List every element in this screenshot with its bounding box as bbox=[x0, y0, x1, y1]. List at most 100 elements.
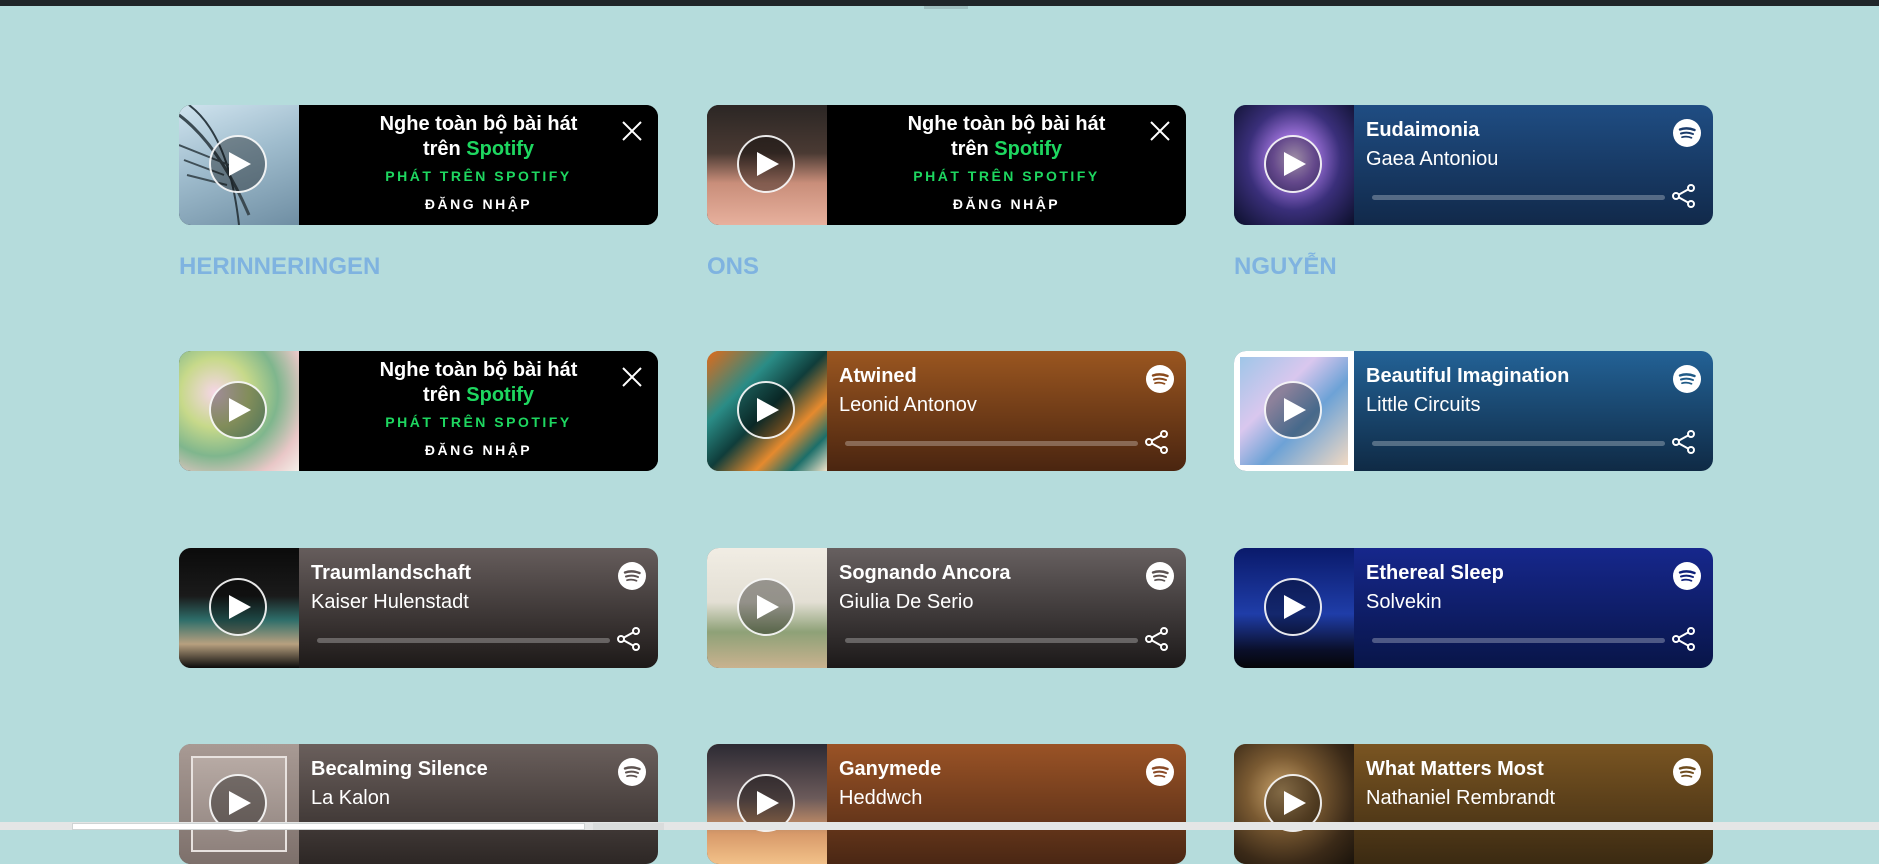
progress-bar[interactable] bbox=[1372, 195, 1665, 200]
spotify-logo-icon[interactable] bbox=[1146, 365, 1174, 393]
track-card-ganymede: Ganymede Heddwch bbox=[707, 744, 1186, 864]
play-button[interactable] bbox=[737, 381, 795, 439]
track-card-eudaimonia: Eudaimonia Gaea Antoniou bbox=[1234, 105, 1713, 225]
play-icon bbox=[229, 152, 251, 176]
play-icon bbox=[1284, 595, 1306, 619]
spotify-logo-icon[interactable] bbox=[1673, 365, 1701, 393]
track-artist[interactable]: Solvekin bbox=[1366, 591, 1442, 614]
progress-bar[interactable] bbox=[317, 638, 610, 643]
login-prompt: Nghe toàn bộ bài hát trên Spotify PHÁT T… bbox=[299, 351, 658, 471]
play-button[interactable] bbox=[737, 578, 795, 636]
login-prompt: Nghe toàn bộ bài hát trên Spotify PHÁT T… bbox=[299, 105, 658, 225]
play-on-spotify-link[interactable]: PHÁT TRÊN SPOTIFY bbox=[299, 414, 658, 430]
login-link[interactable]: ĐĂNG NHẬP bbox=[827, 196, 1186, 212]
play-icon bbox=[1284, 398, 1306, 422]
play-icon bbox=[757, 595, 779, 619]
spotify-embed-promo-2: Nghe toàn bộ bài hát trên Spotify PHÁT T… bbox=[707, 105, 1186, 225]
spotify-brand-text: Spotify bbox=[466, 138, 535, 160]
track-info: Beautiful Imagination Little Circuits bbox=[1366, 351, 1713, 471]
track-artist[interactable]: Leonid Antonov bbox=[839, 394, 977, 417]
share-icon[interactable] bbox=[1144, 626, 1170, 652]
track-card-beautiful-imagination: Beautiful Imagination Little Circuits bbox=[1234, 351, 1713, 471]
promo-message: Nghe toàn bộ bài hát trên Spotify bbox=[339, 358, 618, 408]
share-icon[interactable] bbox=[1671, 429, 1697, 455]
track-card-atwined: Atwined Leonid Antonov bbox=[707, 351, 1186, 471]
play-icon bbox=[757, 152, 779, 176]
play-button[interactable] bbox=[1264, 578, 1322, 636]
section-heading: ONS bbox=[707, 253, 760, 280]
share-icon[interactable] bbox=[1671, 183, 1697, 209]
play-button[interactable] bbox=[209, 135, 267, 193]
section-heading: NGUYỄN bbox=[1234, 253, 1337, 280]
login-link[interactable]: ĐĂNG NHẬP bbox=[299, 442, 658, 458]
spotify-logo-icon[interactable] bbox=[618, 758, 646, 786]
play-button[interactable] bbox=[209, 381, 267, 439]
track-card-what-matters-most: What Matters Most Nathaniel Rembrandt bbox=[1234, 744, 1713, 864]
track-info: Atwined Leonid Antonov bbox=[839, 351, 1186, 471]
track-artist[interactable]: Giulia De Serio bbox=[839, 591, 974, 614]
play-button[interactable] bbox=[737, 135, 795, 193]
section-heading: HERINNERINGEN bbox=[179, 253, 381, 280]
close-icon[interactable] bbox=[620, 119, 644, 143]
promo-line-2: trên bbox=[422, 138, 467, 160]
promo-line-1: Nghe toàn bộ bài hát bbox=[379, 113, 578, 135]
track-title[interactable]: Ganymede bbox=[839, 758, 941, 781]
play-icon bbox=[1284, 791, 1306, 815]
login-link[interactable]: ĐĂNG NHẬP bbox=[299, 196, 658, 212]
play-on-spotify-link[interactable]: PHÁT TRÊN SPOTIFY bbox=[299, 168, 658, 184]
bottom-panel-box bbox=[72, 823, 585, 830]
play-on-spotify-link[interactable]: PHÁT TRÊN SPOTIFY bbox=[827, 168, 1186, 184]
track-title[interactable]: Ethereal Sleep bbox=[1366, 562, 1504, 585]
share-icon[interactable] bbox=[1144, 429, 1170, 455]
track-info: Eudaimonia Gaea Antoniou bbox=[1366, 105, 1713, 225]
share-icon[interactable] bbox=[1671, 626, 1697, 652]
play-button[interactable] bbox=[1264, 135, 1322, 193]
promo-message: Nghe toàn bộ bài hát trên Spotify bbox=[339, 112, 618, 162]
spotify-embed-promo-1: Nghe toàn bộ bài hát trên Spotify PHÁT T… bbox=[179, 105, 658, 225]
track-card-ethereal-sleep: Ethereal Sleep Solvekin bbox=[1234, 548, 1713, 668]
track-artist[interactable]: Heddwch bbox=[839, 787, 922, 810]
track-artist[interactable]: La Kalon bbox=[311, 787, 390, 810]
track-title[interactable]: Becalming Silence bbox=[311, 758, 488, 781]
progress-bar[interactable] bbox=[1372, 638, 1665, 643]
track-info: What Matters Most Nathaniel Rembrandt bbox=[1366, 744, 1713, 864]
track-artist[interactable]: Gaea Antoniou bbox=[1366, 148, 1498, 171]
play-button[interactable] bbox=[1264, 381, 1322, 439]
spotify-logo-icon[interactable] bbox=[1673, 562, 1701, 590]
spotify-logo-icon[interactable] bbox=[1146, 562, 1174, 590]
progress-bar[interactable] bbox=[845, 441, 1138, 446]
track-title[interactable]: Eudaimonia bbox=[1366, 119, 1479, 142]
play-icon bbox=[229, 595, 251, 619]
track-title[interactable]: Traumlandschaft bbox=[311, 562, 471, 585]
track-title[interactable]: Atwined bbox=[839, 365, 917, 388]
spotify-logo-icon[interactable] bbox=[1673, 119, 1701, 147]
track-artist[interactable]: Kaiser Hulenstadt bbox=[311, 591, 469, 614]
share-icon[interactable] bbox=[616, 626, 642, 652]
close-icon[interactable] bbox=[620, 365, 644, 389]
track-info: Traumlandschaft Kaiser Hulenstadt bbox=[311, 548, 658, 668]
spotify-embed-promo-3: Nghe toàn bộ bài hát trên Spotify PHÁT T… bbox=[179, 351, 658, 471]
track-title[interactable]: What Matters Most bbox=[1366, 758, 1544, 781]
track-title[interactable]: Sognando Ancora bbox=[839, 562, 1010, 585]
track-artist[interactable]: Nathaniel Rembrandt bbox=[1366, 787, 1555, 810]
play-icon bbox=[229, 398, 251, 422]
close-icon[interactable] bbox=[1148, 119, 1172, 143]
track-card-sognando-ancora: Sognando Ancora Giulia De Serio bbox=[707, 548, 1186, 668]
spotify-logo-icon[interactable] bbox=[618, 562, 646, 590]
track-artist[interactable]: Little Circuits bbox=[1366, 394, 1480, 417]
spotify-logo-icon[interactable] bbox=[1146, 758, 1174, 786]
track-title[interactable]: Beautiful Imagination bbox=[1366, 365, 1569, 388]
play-button[interactable] bbox=[209, 578, 267, 636]
track-card-traumlandschaft: Traumlandschaft Kaiser Hulenstadt bbox=[179, 548, 658, 668]
promo-line-1: Nghe toàn bộ bài hát bbox=[379, 359, 578, 381]
play-icon bbox=[1284, 152, 1306, 176]
spotify-logo-icon[interactable] bbox=[1673, 758, 1701, 786]
spotify-brand-text: Spotify bbox=[994, 138, 1063, 160]
progress-bar[interactable] bbox=[1372, 441, 1665, 446]
track-info: Sognando Ancora Giulia De Serio bbox=[839, 548, 1186, 668]
play-icon bbox=[757, 398, 779, 422]
track-info: Ganymede Heddwch bbox=[839, 744, 1186, 864]
progress-bar[interactable] bbox=[845, 638, 1138, 643]
login-prompt: Nghe toàn bộ bài hát trên Spotify PHÁT T… bbox=[827, 105, 1186, 225]
track-card-becalming-silence: Becalming Silence La Kalon bbox=[179, 744, 658, 864]
